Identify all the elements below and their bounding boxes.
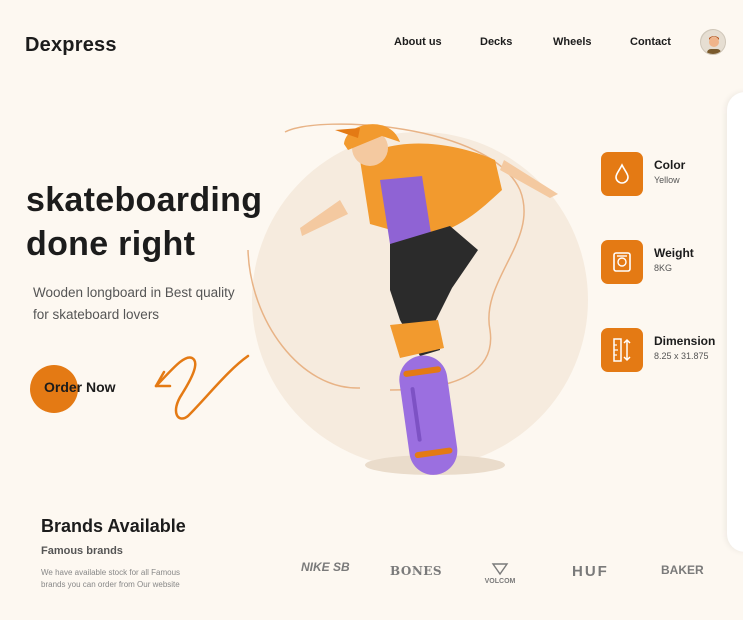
brand-logo-nike[interactable]: NIKE SB bbox=[301, 560, 350, 574]
nav-about-us[interactable]: About us bbox=[394, 36, 442, 48]
scale-icon bbox=[601, 240, 643, 284]
nav-contact[interactable]: Contact bbox=[630, 36, 671, 48]
nav-wheels[interactable]: Wheels bbox=[553, 36, 592, 48]
hero-subtitle: Wooden longboard in Best quality for ska… bbox=[33, 285, 235, 322]
order-now-button[interactable]: Order Now bbox=[44, 379, 116, 395]
volcom-stone-icon bbox=[491, 563, 509, 576]
avatar[interactable] bbox=[700, 29, 726, 55]
brand-logo-baker[interactable]: BAKER bbox=[661, 563, 704, 577]
spec-dimension-value: 8.25 x 31.875 bbox=[654, 351, 709, 361]
drop-icon bbox=[601, 152, 643, 196]
skater-illustration bbox=[247, 123, 588, 475]
brand-logo-bones[interactable]: BONES bbox=[390, 564, 442, 578]
spec-weight-label: Weight bbox=[654, 246, 694, 260]
hero-title-line-2: done right bbox=[26, 225, 196, 263]
squiggle-arrow-icon bbox=[154, 354, 250, 420]
spec-weight-value: 8KG bbox=[654, 263, 673, 273]
nav-decks[interactable]: Decks bbox=[480, 36, 512, 48]
spec-color-value: Yellow bbox=[654, 175, 680, 185]
logo[interactable]: Dexpress bbox=[25, 34, 117, 57]
brand-logo-huf[interactable]: HUF bbox=[572, 563, 609, 580]
side-panel bbox=[727, 92, 743, 552]
hero-title: skateboarding done right bbox=[26, 178, 262, 266]
brand-logo-volcom-text: VOLCOM bbox=[484, 578, 516, 585]
brand-logo-volcom[interactable]: VOLCOM bbox=[480, 562, 520, 585]
spec-dimension-label: Dimension bbox=[654, 334, 716, 348]
brands-title: Brands Available bbox=[41, 516, 186, 536]
spec-color-label: Color bbox=[654, 158, 686, 172]
brands-description: We have available stock for all Famous b… bbox=[41, 568, 181, 589]
brands-subtitle: Famous brands bbox=[41, 545, 123, 557]
hero-title-line-1: skateboarding bbox=[26, 181, 263, 219]
ruler-icon bbox=[601, 328, 643, 372]
